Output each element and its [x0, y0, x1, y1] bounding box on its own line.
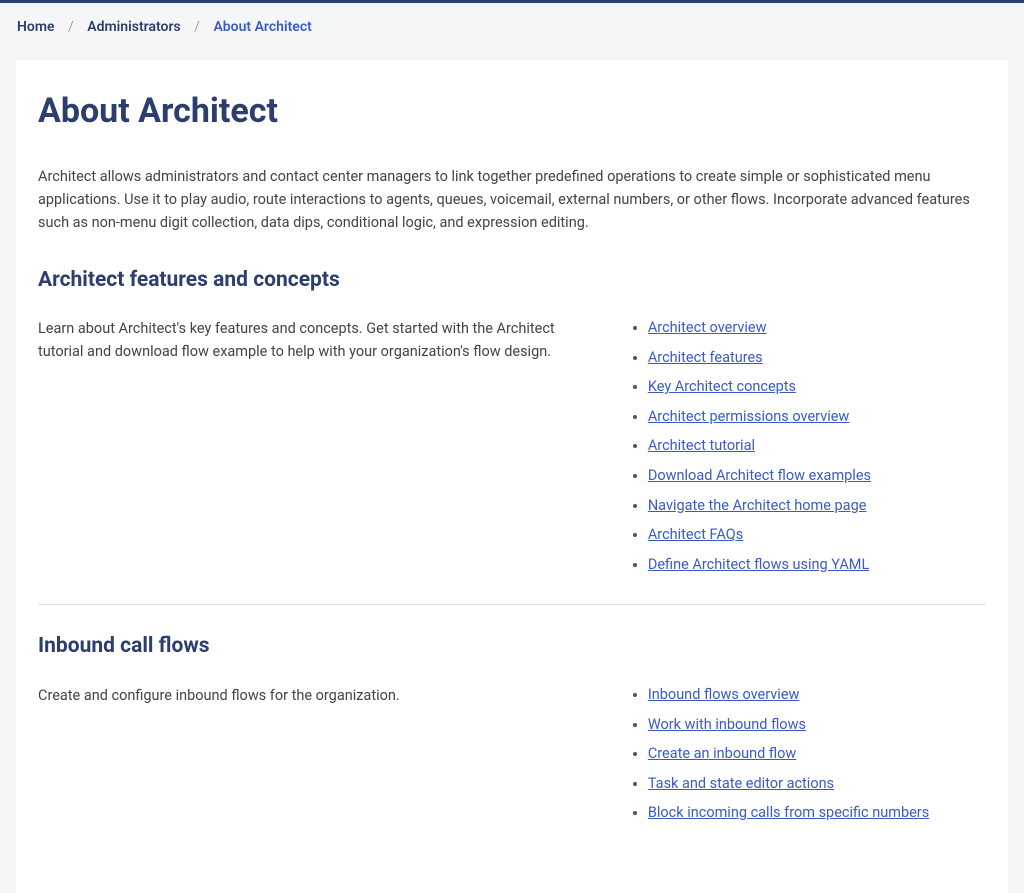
link-key-concepts[interactable]: Key Architect concepts: [648, 378, 796, 395]
link-task-state-editor[interactable]: Task and state editor actions: [648, 775, 834, 792]
link-navigate-home[interactable]: Navigate the Architect home page: [648, 497, 867, 514]
section-inbound-flows: Inbound call flows Create and configure …: [38, 631, 986, 832]
section-description: Learn about Architect's key features and…: [38, 318, 588, 584]
link-inbound-overview[interactable]: Inbound flows overview: [648, 686, 800, 703]
section-description: Create and configure inbound flows for t…: [38, 685, 588, 833]
link-architect-faqs[interactable]: Architect FAQs: [648, 526, 743, 543]
breadcrumb-sep: /: [194, 19, 200, 35]
breadcrumb-current: About Architect: [213, 19, 311, 35]
section-body: Learn about Architect's key features and…: [38, 318, 986, 584]
section-links: Inbound flows overview Work with inbound…: [628, 685, 986, 833]
list-item: Block incoming calls from specific numbe…: [648, 803, 986, 824]
breadcrumb-administrators[interactable]: Administrators: [87, 19, 180, 35]
divider: [38, 604, 986, 605]
breadcrumb-sep: /: [68, 19, 74, 35]
link-architect-features[interactable]: Architect features: [648, 349, 763, 366]
link-block-incoming[interactable]: Block incoming calls from specific numbe…: [648, 804, 929, 821]
link-architect-tutorial[interactable]: Architect tutorial: [648, 437, 755, 454]
list-item: Architect permissions overview: [648, 407, 986, 428]
list-item: Architect overview: [648, 318, 986, 339]
content: About Architect Architect allows adminis…: [16, 60, 1008, 893]
section-features: Architect features and concepts Learn ab…: [38, 265, 986, 585]
page-title: About Architect: [38, 86, 986, 137]
list-item: Work with inbound flows: [648, 715, 986, 736]
list-item: Architect features: [648, 348, 986, 369]
list-item: Navigate the Architect home page: [648, 496, 986, 517]
link-list: Architect overview Architect features Ke…: [628, 318, 986, 575]
link-define-flows-yaml[interactable]: Define Architect flows using YAML: [648, 556, 869, 573]
page-intro: Architect allows administrators and cont…: [38, 165, 986, 235]
link-list: Inbound flows overview Work with inbound…: [628, 685, 986, 824]
section-body: Create and configure inbound flows for t…: [38, 685, 986, 833]
breadcrumb-home[interactable]: Home: [17, 19, 55, 35]
list-item: Key Architect concepts: [648, 377, 986, 398]
link-architect-overview[interactable]: Architect overview: [648, 319, 767, 336]
link-work-inbound[interactable]: Work with inbound flows: [648, 716, 806, 733]
list-item: Architect tutorial: [648, 436, 986, 457]
list-item: Architect FAQs: [648, 525, 986, 546]
list-item: Create an inbound flow: [648, 744, 986, 765]
list-item: Task and state editor actions: [648, 774, 986, 795]
link-permissions-overview[interactable]: Architect permissions overview: [648, 408, 850, 425]
list-item: Define Architect flows using YAML: [648, 555, 986, 576]
section-heading: Inbound call flows: [38, 631, 986, 663]
section-links: Architect overview Architect features Ke…: [628, 318, 986, 584]
list-item: Inbound flows overview: [648, 685, 986, 706]
list-item: Download Architect flow examples: [648, 466, 986, 487]
link-download-examples[interactable]: Download Architect flow examples: [648, 467, 871, 484]
section-heading: Architect features and concepts: [38, 265, 986, 297]
breadcrumb: Home / Administrators / About Architect: [0, 3, 1024, 52]
